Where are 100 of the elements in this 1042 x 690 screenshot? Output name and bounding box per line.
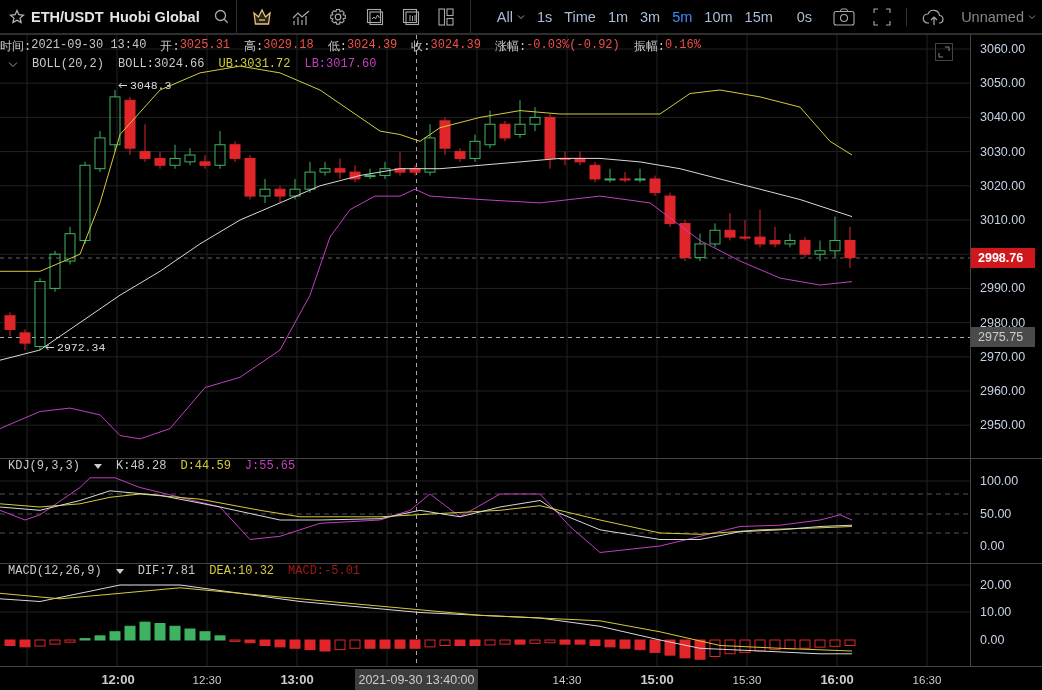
time-axis-label: 15:00 [639,671,675,689]
candlestick [544,113,556,170]
indicator-value: LB:3017.60 [304,57,377,71]
interval-tab[interactable]: All [490,8,531,25]
candlestick [649,175,661,197]
candlestick [424,123,436,177]
info-label: 高: [244,39,264,55]
price-axis-label: 3020.00 [980,177,1026,194]
indicator-value: DEA:10.32 [209,564,275,578]
candlestick [799,236,811,259]
info-label: 开: [160,39,180,55]
indicator-value: MACD:-5.01 [288,564,361,578]
camera-icon[interactable] [833,7,856,26]
time-axis-label: 12:30 [191,673,223,688]
time-axis-label: 16:00 [819,671,855,689]
info-value: 3024.39 [430,38,481,54]
time-axis-label: 16:30 [911,673,943,688]
candlestick [199,154,211,170]
candlestick [4,311,16,337]
crown-icon[interactable] [252,7,273,26]
time-axis-label: 12:00 [100,671,136,689]
info-label: 低: [327,39,347,55]
candlestick [379,161,391,180]
interval-tab[interactable]: 5m [666,8,699,25]
macd-axis-label: 0.00 [980,632,1005,648]
search-icon[interactable] [213,9,229,24]
candlestick [574,151,586,166]
indicator-value: UB:3031.72 [218,57,291,71]
interval-tab[interactable]: 10m [698,8,739,25]
candlestick [769,226,781,248]
candlestick [499,120,511,142]
candlestick [319,161,331,177]
cloud-upload-icon[interactable] [922,7,947,26]
candlestick [589,161,601,183]
arrow-icon [45,344,54,351]
candlestick [559,151,571,166]
candlestick [664,192,676,228]
candlestick [619,171,631,183]
interval-tab[interactable]: 1s [530,8,559,25]
price-axis-label: 3010.00 [980,212,1026,228]
dropdown-icon[interactable] [94,463,102,469]
interval-tab[interactable]: 3m [634,8,667,25]
candlestick [154,151,166,170]
candlestick [109,89,121,153]
interval-tab[interactable]: 1m [601,8,635,25]
price-axis-label: 3060.00 [980,41,1026,57]
price-axis-label: 2970.00 [980,348,1026,365]
fullscreen-icon[interactable] [873,7,892,26]
indicator-value: J:55.65 [244,459,296,473]
candlestick [829,216,841,259]
candlestick [169,144,181,170]
time-axis-label: 13:00 [279,671,315,689]
indicator-value: DIF:7.81 [137,564,196,578]
candlestick [184,147,196,166]
candlestick [784,233,796,248]
settings-icon[interactable] [329,7,348,26]
panel-icon[interactable] [402,7,420,26]
candlestick [349,164,361,183]
candlestick [229,140,241,163]
exchange-name: Huobi Global [109,8,200,25]
indicator-title[interactable]: MACD(12,26,9) [8,564,102,578]
candlestick [529,106,541,132]
candlestick [754,209,766,248]
interval-tab[interactable]: 15m [738,8,779,25]
candlestick [409,164,421,177]
last-price-tag: 2998.76 [971,248,1035,268]
candlestick [514,99,526,139]
high-price-label: 3048.3 [130,79,172,92]
candlestick [304,161,316,194]
low-price-label: 2972.34 [57,341,106,354]
kdj-axis-label: 50.00 [980,506,1012,522]
candlestick [19,328,31,351]
price-axis-label: 2960.00 [980,383,1026,399]
info-value: 3029.18 [263,38,314,54]
kdj-axis-label: 0.00 [980,538,1005,554]
candlestick [604,168,616,183]
interval-tab[interactable]: Time [558,8,602,25]
indicator-title[interactable]: KDJ(9,3,3) [8,459,80,473]
info-value: 3024.39 [346,38,398,54]
candlestick [814,240,826,262]
candlestick [724,212,736,241]
dropdown-icon[interactable] [115,568,124,574]
candlestick [139,123,151,163]
price-axis-label: 3040.00 [980,109,1026,126]
candlestick [454,147,466,163]
kdj-axis-label: 100.00 [980,473,1019,489]
candlestick [679,219,691,262]
arrow-icon [118,82,127,89]
star-icon[interactable] [9,8,25,25]
price-axis-label: 3050.00 [980,75,1026,92]
layout-icon[interactable] [438,7,455,26]
time-axis-label: 14:30 [551,673,583,688]
time-axis-label: 15:30 [731,673,763,688]
chart-window-icon[interactable] [365,7,384,26]
candlestick [64,226,76,265]
indicator-title[interactable]: BOLL(20,2) [32,57,104,71]
layout-name-dropdown[interactable]: Unnamed [955,8,1042,25]
info-value: 3025.31 [179,38,231,54]
caret-icon[interactable] [516,13,525,20]
candlestick [709,222,721,248]
